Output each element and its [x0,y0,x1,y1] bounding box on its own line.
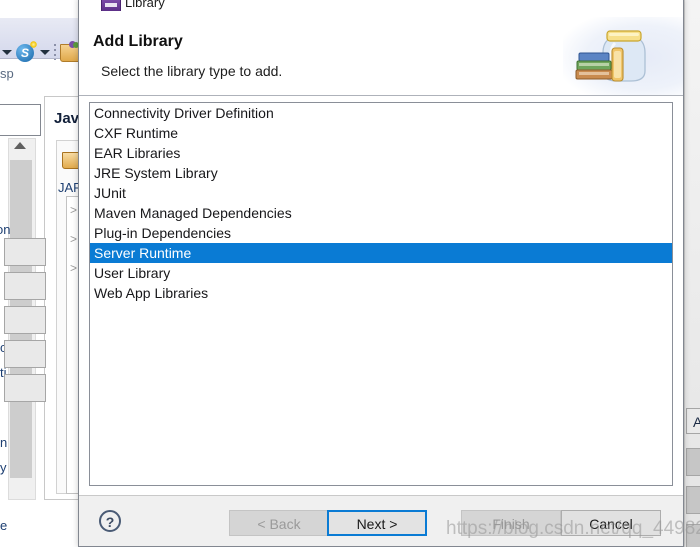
background-button[interactable] [686,524,700,547]
list-item[interactable]: Web App Libraries [90,283,672,303]
banner-area [563,11,683,95]
edge-text-fragment: e [0,518,8,533]
list-item[interactable]: EAR Libraries [90,143,672,163]
background-textbox[interactable] [0,104,41,136]
library-type-list[interactable]: Connectivity Driver Definition CXF Runtim… [89,102,673,486]
background-button[interactable] [4,238,46,266]
edge-text-fragment: on [0,222,11,237]
handle-dots-icon[interactable] [54,44,56,60]
edge-text-fragment: y [0,460,7,475]
background-button[interactable] [686,486,700,514]
add-library-dialog: Library Add Library Select the library t… [78,0,684,547]
page-subtitle: Select the library type to add. [101,63,283,79]
background-button[interactable] [686,448,700,476]
list-item[interactable]: CXF Runtime [90,123,672,143]
dialog-body: Connectivity Driver Definition CXF Runtim… [79,96,683,496]
scroll-up-arrow-icon[interactable] [14,142,26,149]
chevron-right-icon[interactable]: > [70,203,77,217]
ide-toolbar: S [0,18,82,62]
background-add-button[interactable]: A [686,408,700,434]
list-item[interactable]: User Library [90,263,672,283]
finish-button[interactable]: Finish [461,510,561,536]
background-button[interactable] [4,272,46,300]
help-icon[interactable]: ? [99,510,121,532]
chevron-right-icon[interactable]: > [70,261,77,275]
list-item[interactable]: Server Runtime [90,243,672,263]
list-item[interactable]: Maven Managed Dependencies [90,203,672,223]
page-title: Add Library [93,33,183,50]
background-button[interactable] [4,306,46,334]
background-button[interactable] [4,374,46,402]
list-item[interactable]: JRE System Library [90,163,672,183]
dropdown-arrow-icon[interactable] [2,50,12,55]
dialog-footer: ? < Back Next > Finish Cancel [79,495,683,546]
dropdown-arrow-icon[interactable] [40,50,50,55]
next-button[interactable]: Next > [327,510,427,536]
edge-text-fragment: n [0,435,8,450]
screenshot-root: S sp Java JAR > > > on c ti n y e A [0,0,700,547]
jar-with-books-icon [575,30,646,82]
dialog-titlebar-text: Library [125,0,165,10]
search-sparkle-icon[interactable]: S [16,41,37,62]
list-item[interactable]: Connectivity Driver Definition [90,103,672,123]
list-item[interactable]: Plug-in Dependencies [90,223,672,243]
editor-file-label: sp [0,66,14,81]
background-button[interactable] [4,340,46,368]
cancel-button[interactable]: Cancel [561,510,661,536]
back-button[interactable]: < Back [229,510,329,536]
list-item[interactable]: JUnit [90,183,672,203]
dialog-titlebar[interactable]: Library [79,0,683,12]
chevron-right-icon[interactable]: > [70,232,77,246]
